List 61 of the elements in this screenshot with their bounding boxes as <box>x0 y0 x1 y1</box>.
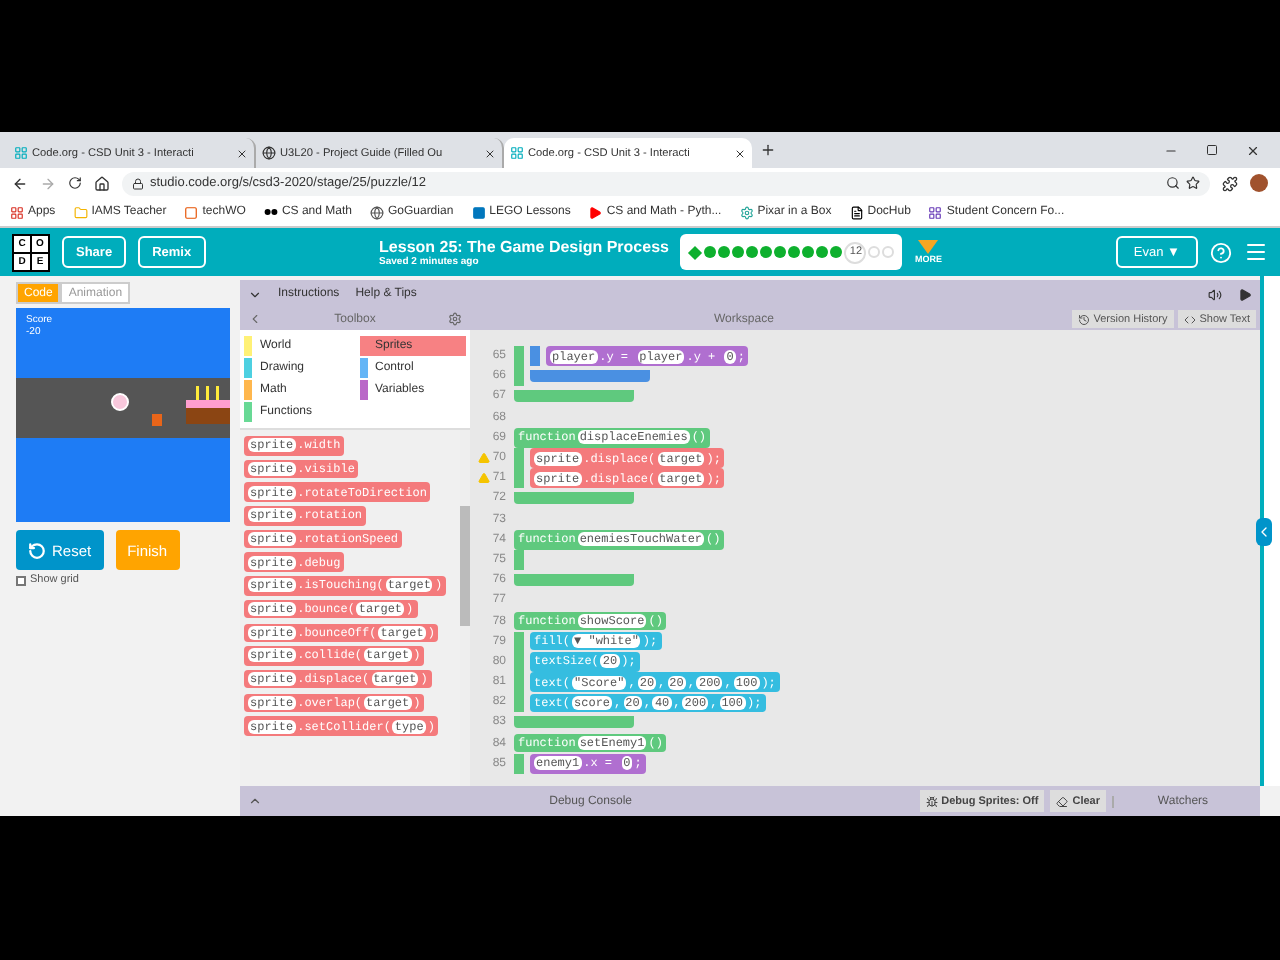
expand-button[interactable] <box>1256 517 1272 545</box>
chevron-icon <box>1256 523 1272 539</box>
play-icon[interactable] <box>1238 287 1252 301</box>
close-icon[interactable] <box>236 147 248 159</box>
history-icon <box>1077 313 1090 325</box>
document-icon <box>849 205 864 219</box>
star-icon[interactable] <box>1186 176 1200 190</box>
reload-icon[interactable] <box>68 176 82 190</box>
site-icon <box>14 146 28 160</box>
caret-icon <box>918 240 939 254</box>
block-end-bar <box>514 574 634 587</box>
home-icon[interactable] <box>94 175 110 191</box>
lock-icon <box>132 177 144 189</box>
level-bubble[interactable] <box>788 246 801 258</box>
level-bubble[interactable] <box>774 246 787 258</box>
close-icon[interactable] <box>1246 143 1260 157</box>
level-bubble[interactable] <box>718 246 731 258</box>
forward-icon[interactable] <box>40 175 56 191</box>
expand-icon[interactable] <box>248 794 262 808</box>
level-bubble[interactable] <box>830 246 843 258</box>
lesson-title: Lesson 25: The Game Design Process <box>379 237 669 255</box>
reset-icon <box>28 541 46 559</box>
play-icon <box>588 205 603 219</box>
level-bubble[interactable] <box>816 246 829 258</box>
block-bracket <box>514 549 524 571</box>
maximize-icon[interactable] <box>1206 143 1218 155</box>
level-bubble[interactable] <box>760 246 773 258</box>
block-end-bar <box>514 716 634 729</box>
block-bracket <box>514 753 524 774</box>
help-icon[interactable] <box>1209 241 1232 263</box>
level-bubble[interactable] <box>802 246 815 258</box>
extensions-icon[interactable] <box>1222 175 1238 191</box>
close-icon[interactable] <box>734 147 746 159</box>
globe-icon <box>262 146 276 160</box>
level-bubble[interactable] <box>688 244 704 260</box>
bug-icon <box>925 795 938 807</box>
eraser-icon <box>1056 795 1069 807</box>
level-bubble[interactable] <box>704 246 717 258</box>
scrollbar-thumb[interactable] <box>460 506 470 626</box>
block-bracket <box>530 346 540 367</box>
menu-icon[interactable] <box>1243 240 1268 264</box>
apps-icon <box>10 205 24 219</box>
block-end-bar <box>514 492 634 505</box>
code-icon <box>1183 313 1196 325</box>
checkbox-icon <box>184 205 199 219</box>
level-bubble[interactable] <box>732 246 745 258</box>
checkbox[interactable] <box>16 575 26 585</box>
site-icon <box>510 146 524 160</box>
speaker-icon[interactable] <box>1208 287 1222 301</box>
settings-icon[interactable] <box>448 312 462 326</box>
dots-icon <box>263 208 278 216</box>
back-icon[interactable] <box>12 175 28 191</box>
profile-avatar[interactable] <box>1250 174 1268 192</box>
block-end-bar <box>530 370 650 383</box>
new-tab-icon[interactable] <box>760 142 776 158</box>
level-bubble[interactable] <box>746 246 759 258</box>
block-end-bar <box>514 390 634 403</box>
close-icon[interactable] <box>484 147 496 159</box>
square-icon <box>471 205 486 219</box>
folder-icon <box>73 205 88 219</box>
zoom-icon[interactable] <box>1166 176 1180 190</box>
